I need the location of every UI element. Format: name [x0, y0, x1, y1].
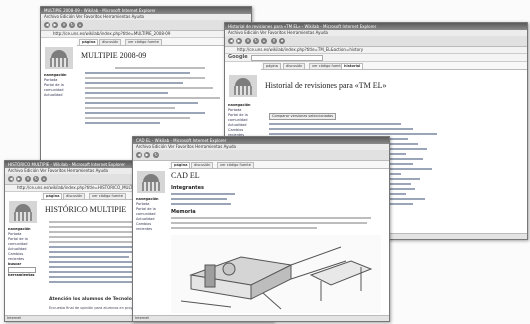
forward-icon[interactable]: ▶ [144, 152, 150, 158]
stop-icon[interactable]: ✕ [245, 38, 251, 44]
sidebar-item[interactable]: Cambios recientes [136, 222, 166, 232]
member-list [171, 193, 251, 208]
site-logo [9, 201, 37, 223]
toolbar: ◀ ▶ ↻ [133, 150, 389, 161]
tab-discussion[interactable]: discusión [191, 162, 214, 168]
forward-icon[interactable]: ▶ [236, 38, 242, 44]
tab-page[interactable]: página [79, 39, 99, 45]
sidebar-item[interactable]: Actualidad [44, 93, 74, 98]
tab-page[interactable]: página [43, 193, 63, 199]
page-title: MULTIPIE 2008-09 [81, 51, 147, 60]
site-logo [229, 75, 257, 97]
home-icon[interactable]: ⌂ [77, 22, 83, 28]
toolbar: ◀ ▶ ✕ ↻ ⌂ [41, 20, 251, 31]
back-icon[interactable]: ◀ [136, 152, 142, 158]
window-title: MULTIPIE 2008-09 - Wikilab - Microsoft I… [41, 7, 251, 14]
back-icon[interactable]: ◀ [44, 22, 50, 28]
article-text [85, 67, 235, 127]
tab-discussion[interactable]: discusión [283, 63, 306, 69]
section-heading: Memoria [171, 209, 196, 215]
toolbar: ◀ ▶ ✕ ↻ ⌂ ⚲ ★ [225, 36, 527, 47]
browser-window-cad[interactable]: CAD EL - Wikilab - Microsoft Internet Ex… [132, 136, 390, 322]
section-heading: Integrantes [171, 185, 204, 191]
page-tabs: página discusión ver código fuente histo… [261, 62, 527, 70]
sidebar-nav: navegación Portada Portal de la comunida… [8, 227, 40, 278]
page-title: Historial de revisiones para «TM EL» [265, 81, 387, 90]
window-title: CAD EL - Wikilab - Microsoft Internet Ex… [133, 137, 389, 144]
site-logo [45, 47, 73, 69]
sidebar-item[interactable]: Portal de la comunidad [136, 207, 166, 217]
tab-page[interactable]: página [171, 162, 191, 168]
back-icon[interactable]: ◀ [8, 176, 14, 182]
tab-source[interactable]: ver código fuente [125, 39, 162, 45]
home-icon[interactable]: ⌂ [41, 176, 47, 182]
refresh-icon[interactable]: ↻ [153, 152, 159, 158]
sidebar-item[interactable]: Portal de la comunidad [44, 83, 74, 93]
google-logo: Google [228, 54, 248, 60]
sidebar-item[interactable]: Portal de la comunidad [228, 113, 258, 123]
favorites-icon[interactable]: ★ [279, 38, 285, 44]
address-bar[interactable]: http://ce.uns.es/wikilab/index.php?title… [41, 31, 251, 38]
forward-icon[interactable]: ▶ [16, 176, 22, 182]
page-title: HISTÓRICO MULTIPIE [45, 205, 127, 214]
refresh-icon[interactable]: ↻ [33, 176, 39, 182]
address-bar[interactable]: http://ce.uns.es/wikilab/index.php?title… [225, 47, 527, 54]
google-search-field[interactable] [251, 55, 323, 61]
google-toolbar: Google [225, 54, 527, 62]
page-tabs: página discusión ver código fuente [169, 161, 389, 169]
tools-heading: herramientas [8, 273, 35, 277]
stop-icon[interactable]: ✕ [25, 176, 31, 182]
window-title: Historial de revisiones para «TM EL» - W… [225, 23, 527, 30]
status-bar: Internet [133, 315, 389, 321]
tab-source[interactable]: ver código fuente [217, 162, 254, 168]
search-icon[interactable]: ⚲ [271, 38, 277, 44]
forward-icon[interactable]: ▶ [52, 22, 58, 28]
tab-source[interactable]: ver código fuente [89, 193, 126, 199]
tab-discussion[interactable]: discusión [99, 39, 122, 45]
page-title: CAD EL [171, 171, 200, 180]
refresh-icon[interactable]: ↻ [253, 38, 259, 44]
stop-icon[interactable]: ✕ [61, 22, 67, 28]
sidebar-item[interactable]: Cambios recientes [8, 252, 40, 262]
sidebar-nav: navegación Portada Portal de la comunida… [136, 197, 166, 232]
tab-discussion[interactable]: discusión [63, 193, 86, 199]
site-logo [137, 171, 165, 193]
tab-page[interactable]: página [263, 63, 281, 69]
article-text [171, 217, 379, 232]
back-icon[interactable]: ◀ [228, 38, 234, 44]
sidebar-item[interactable]: Portal de la comunidad [8, 237, 40, 247]
compare-button[interactable]: Comparar versiones seleccionadas [269, 113, 337, 120]
home-icon[interactable]: ⌂ [261, 38, 267, 44]
tab-history[interactable]: historial [341, 63, 364, 69]
sidebar-nav: navegación Portada Portal de la comunida… [44, 73, 74, 98]
cad-drawing [171, 235, 381, 313]
refresh-icon[interactable]: ↻ [69, 22, 75, 28]
